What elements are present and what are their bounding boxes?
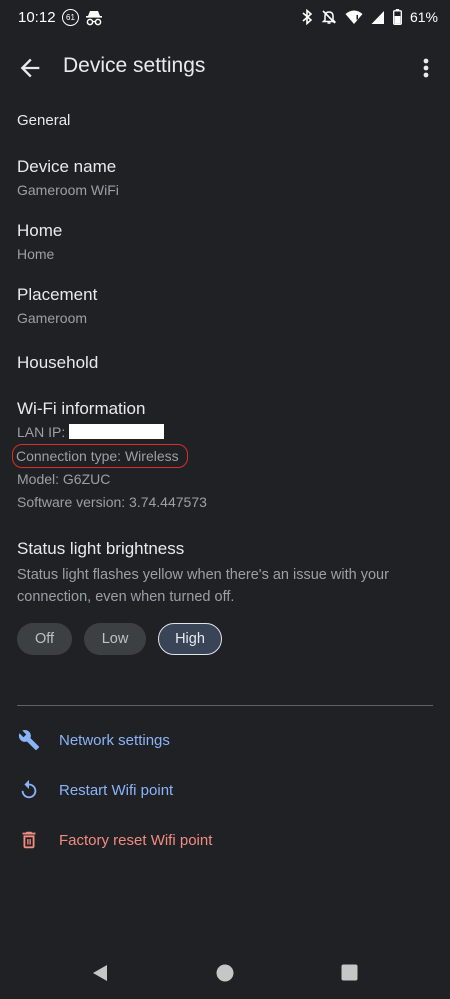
notification-count: 61 [66, 13, 75, 22]
trash-icon [17, 828, 41, 852]
home-circle-icon[interactable] [216, 964, 234, 982]
bluetooth-icon [302, 9, 313, 25]
setting-title: Device name [17, 157, 117, 176]
software-version-row: Software version: 3.74.447573 [17, 493, 207, 510]
setting-value: Gameroom [17, 310, 88, 326]
setting-title: Household [17, 353, 99, 372]
status-time: 10:12 [18, 9, 56, 26]
brightness-low-chip[interactable]: Low [84, 623, 146, 655]
setting-placement[interactable]: Placement Gameroom [17, 284, 433, 329]
wifi-icon [345, 10, 363, 24]
arrow-back-icon[interactable] [16, 54, 44, 82]
connection-type-highlight: Connection type: Wireless [12, 443, 188, 468]
status-light-description: Status light flashes yellow when there's… [17, 567, 389, 605]
setting-value: Gameroom WiFi [17, 182, 119, 198]
status-light-section: Status light brightness Status light fla… [17, 538, 433, 608]
setting-household[interactable]: Household [17, 352, 433, 374]
setting-home[interactable]: Home Home [17, 220, 433, 265]
action-label: Factory reset Wifi point [59, 831, 213, 849]
status-left-icons: 61 [62, 9, 103, 26]
connection-type-row: Connection type: Wireless [12, 443, 433, 468]
status-bar: 10:12 61 61% [0, 0, 450, 38]
restart-icon [17, 778, 41, 802]
wrench-icon [17, 728, 41, 752]
system-nav-bar [0, 950, 450, 999]
network-settings-button[interactable]: Network settings [17, 724, 433, 756]
battery-percent: 61% [409, 9, 438, 25]
brightness-high-chip[interactable]: High [158, 623, 222, 655]
setting-device-name[interactable]: Device name Gameroom WiFi [17, 156, 433, 201]
divider [17, 705, 433, 706]
redacted-ip [69, 424, 165, 439]
recents-square-icon[interactable] [341, 964, 358, 981]
action-label: Restart Wifi point [59, 781, 174, 799]
wifi-info-title: Wi-Fi information [17, 399, 146, 418]
setting-value: Home [17, 246, 55, 262]
factory-reset-button[interactable]: Factory reset Wifi point [17, 824, 433, 856]
battery-icon [393, 9, 402, 25]
brightness-off-chip[interactable]: Off [17, 623, 72, 655]
page-title: Device settings [63, 54, 206, 77]
incognito-icon [86, 10, 102, 25]
status-light-title: Status light brightness [17, 539, 185, 558]
section-header-general: General [17, 112, 71, 129]
action-label: Network settings [59, 731, 170, 749]
lan-ip-row: LAN IP: [17, 421, 433, 444]
wifi-information: Wi-Fi information LAN IP: Connection typ… [12, 398, 433, 513]
status-right-icons: 61% [301, 9, 438, 25]
brightness-options: Off Low High [17, 623, 222, 655]
more-vert-icon[interactable] [416, 54, 436, 82]
setting-title: Home [17, 221, 63, 240]
mute-icon [321, 10, 337, 24]
app-bar: Device settings [0, 38, 450, 96]
signal-icon [371, 10, 384, 24]
restart-wifi-point-button[interactable]: Restart Wifi point [17, 774, 433, 806]
model-row: Model: G6ZUC [17, 471, 111, 487]
notification-badge-icon: 61 [62, 9, 79, 26]
back-triangle-icon[interactable] [91, 964, 109, 982]
lan-ip-label: LAN IP: [17, 424, 66, 440]
setting-title: Placement [17, 285, 98, 304]
